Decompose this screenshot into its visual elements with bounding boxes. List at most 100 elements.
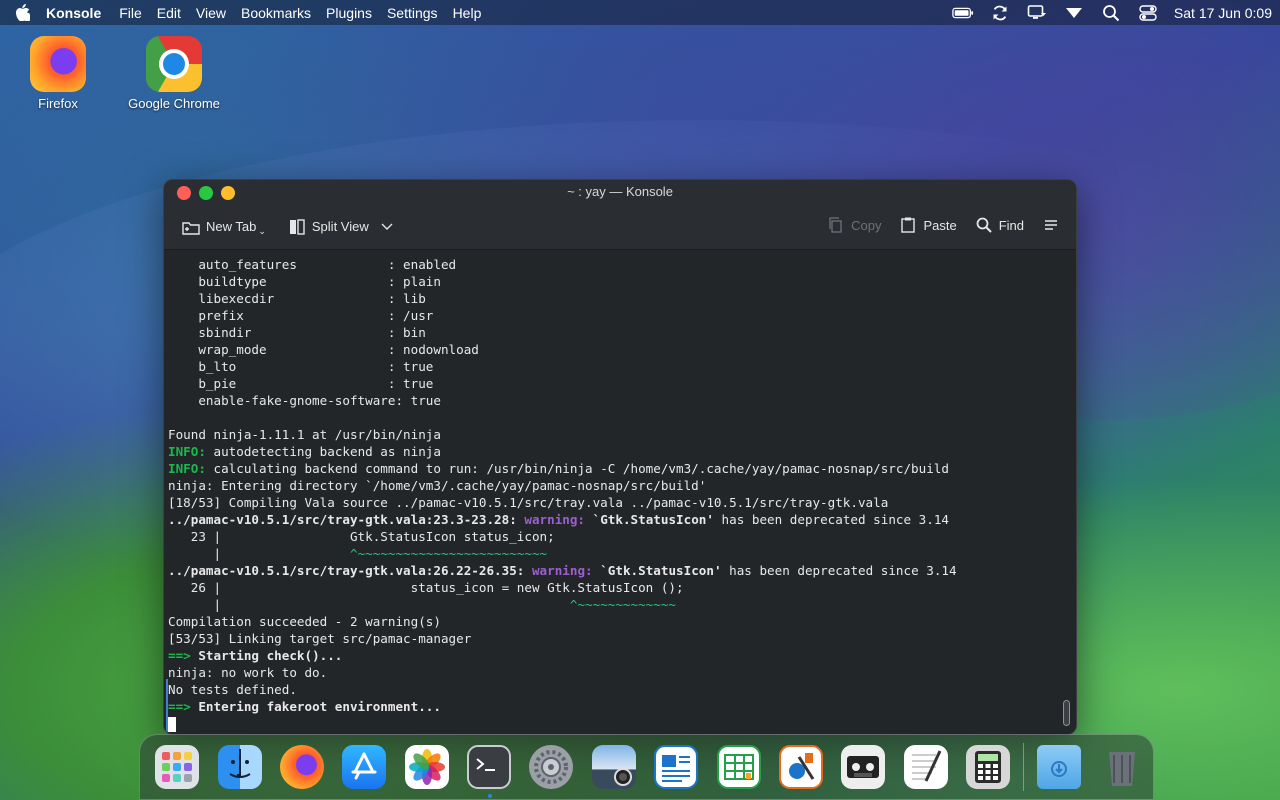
terminal-line: INFO: calculating backend command to run… bbox=[168, 461, 949, 476]
terminal-icon bbox=[467, 745, 512, 789]
dock-writer[interactable] bbox=[645, 734, 707, 800]
window-title: ~ : yay — Konsole bbox=[567, 184, 673, 199]
desktop-icon-label: Google Chrome bbox=[128, 96, 220, 111]
menu-bookmarks[interactable]: Bookmarks bbox=[241, 5, 311, 21]
dock-finder[interactable] bbox=[208, 734, 270, 800]
sync-icon[interactable] bbox=[989, 4, 1011, 22]
paste-label: Paste bbox=[923, 217, 957, 233]
control-center-icon[interactable] bbox=[1137, 4, 1159, 22]
terminal-line: prefix : /usr bbox=[168, 308, 434, 323]
draw-icon bbox=[778, 745, 823, 789]
terminal-line: Found ninja-1.11.1 at /usr/bin/ninja bbox=[168, 427, 441, 442]
dock-image-viewer[interactable] bbox=[583, 734, 645, 800]
terminal-line: No tests defined. bbox=[168, 682, 297, 697]
dock-photos[interactable] bbox=[396, 734, 458, 800]
dock-trash[interactable] bbox=[1091, 734, 1153, 800]
toolbar: New Tab ⌄ Split View Copy Paste Find bbox=[164, 204, 1076, 250]
new-tab-label: New Tab bbox=[206, 219, 257, 234]
copy-label: Copy bbox=[851, 217, 882, 233]
menu-bar: Konsole File Edit View Bookmarks Plugins… bbox=[0, 0, 1280, 25]
display-icon[interactable] bbox=[1026, 4, 1048, 22]
dock-launchpad[interactable] bbox=[146, 734, 208, 800]
hamburger-icon bbox=[1042, 216, 1060, 234]
battery-icon[interactable] bbox=[952, 4, 974, 22]
selection-marker bbox=[166, 679, 168, 732]
dock-terminal[interactable] bbox=[458, 734, 520, 800]
firefox-icon bbox=[279, 745, 324, 789]
konsole-window: ~ : yay — Konsole New Tab ⌄ Split View C… bbox=[163, 179, 1077, 735]
find-button[interactable]: Find bbox=[975, 216, 1024, 234]
settings-gear-icon bbox=[529, 745, 574, 789]
dock-text-edit[interactable] bbox=[895, 734, 957, 800]
dock-calculator[interactable] bbox=[957, 734, 1019, 800]
dock-calc[interactable] bbox=[707, 734, 769, 800]
cassette-icon bbox=[841, 745, 886, 789]
clock[interactable]: Sat 17 Jun 0:09 bbox=[1174, 5, 1272, 21]
menu-app-name[interactable]: Konsole bbox=[46, 5, 101, 21]
menu-help[interactable]: Help bbox=[453, 5, 482, 21]
desktop-icon-label: Firefox bbox=[38, 96, 78, 111]
title-bar[interactable]: ~ : yay — Konsole bbox=[164, 180, 1076, 204]
terminal-line: INFO: autodetecting backend as ninja bbox=[168, 444, 441, 459]
copy-button[interactable]: Copy bbox=[827, 216, 881, 234]
terminal-line: libexecdir : lib bbox=[168, 291, 426, 306]
chevron-down-icon[interactable] bbox=[381, 219, 393, 234]
firefox-icon bbox=[30, 36, 86, 92]
hamburger-menu-button[interactable] bbox=[1042, 216, 1060, 234]
new-tab-icon bbox=[182, 218, 200, 236]
dock-downloads[interactable] bbox=[1028, 734, 1090, 800]
launchpad-icon bbox=[155, 745, 200, 789]
new-tab-button[interactable]: New Tab ⌄ bbox=[182, 216, 266, 237]
app-store-icon bbox=[342, 745, 387, 789]
terminal-line: [53/53] Linking target src/pamac-manager bbox=[168, 631, 472, 646]
photos-icon bbox=[404, 745, 449, 789]
terminal-line: buildtype : plain bbox=[168, 274, 441, 289]
terminal-line: ==> Entering fakeroot environment... bbox=[168, 699, 441, 714]
dock-system-settings[interactable] bbox=[520, 734, 582, 800]
terminal-line: ninja: Entering directory `/home/vm3/.ca… bbox=[168, 478, 707, 493]
menu-view[interactable]: View bbox=[196, 5, 226, 21]
split-view-icon bbox=[288, 218, 306, 236]
writer-document-icon bbox=[654, 745, 699, 789]
text-cursor bbox=[168, 717, 176, 732]
split-view-label: Split View bbox=[311, 219, 369, 234]
scrollbar[interactable] bbox=[1063, 700, 1070, 726]
menu-settings[interactable]: Settings bbox=[387, 5, 438, 21]
terminal-line: sbindir : bin bbox=[168, 325, 426, 340]
running-indicator bbox=[487, 794, 492, 798]
terminal-line: b_pie : true bbox=[168, 376, 434, 391]
dock-draw[interactable] bbox=[770, 734, 832, 800]
split-view-button[interactable]: Split View bbox=[288, 218, 393, 236]
copy-icon bbox=[827, 216, 845, 234]
trash-icon bbox=[1100, 745, 1144, 789]
terminal-line: [18/53] Compiling Vala source ../pamac-v… bbox=[168, 495, 889, 510]
find-label: Find bbox=[998, 217, 1024, 233]
terminal-line: b_lto : true bbox=[168, 359, 434, 374]
dock-firefox[interactable] bbox=[271, 734, 333, 800]
desktop-icon-chrome[interactable]: Google Chrome bbox=[119, 36, 229, 111]
terminal-line: ==> Starting check()... bbox=[168, 648, 343, 663]
image-viewer-icon bbox=[591, 745, 636, 789]
dock-app-store[interactable] bbox=[333, 734, 395, 800]
terminal-line: | ^~~~~~~~~~~~~~~~~~~~~~~~~~ bbox=[168, 546, 548, 561]
terminal-line: | ^~~~~~~~~~~~~~ bbox=[168, 597, 677, 612]
downloads-folder-icon bbox=[1037, 745, 1082, 789]
wifi-icon[interactable] bbox=[1063, 4, 1085, 22]
search-icon[interactable] bbox=[1100, 4, 1122, 22]
terminal-output[interactable]: auto_features : enabled buildtype : plai… bbox=[164, 251, 1064, 734]
terminal-line: Compilation succeeded - 2 warning(s) bbox=[168, 614, 441, 629]
menu-edit[interactable]: Edit bbox=[157, 5, 181, 21]
terminal-line: wrap_mode : nodownload bbox=[168, 342, 479, 357]
spreadsheet-icon bbox=[716, 745, 761, 789]
menu-file[interactable]: File bbox=[119, 5, 142, 21]
terminal-line: auto_features : enabled bbox=[168, 257, 457, 272]
text-edit-icon bbox=[903, 745, 948, 789]
dock-tape[interactable] bbox=[832, 734, 894, 800]
dock bbox=[139, 734, 1154, 800]
apple-menu-icon[interactable] bbox=[12, 4, 32, 21]
menu-plugins[interactable]: Plugins bbox=[326, 5, 372, 21]
desktop-icon-firefox[interactable]: Firefox bbox=[3, 36, 113, 111]
paste-button[interactable]: Paste bbox=[899, 216, 957, 234]
finder-icon bbox=[217, 745, 262, 789]
